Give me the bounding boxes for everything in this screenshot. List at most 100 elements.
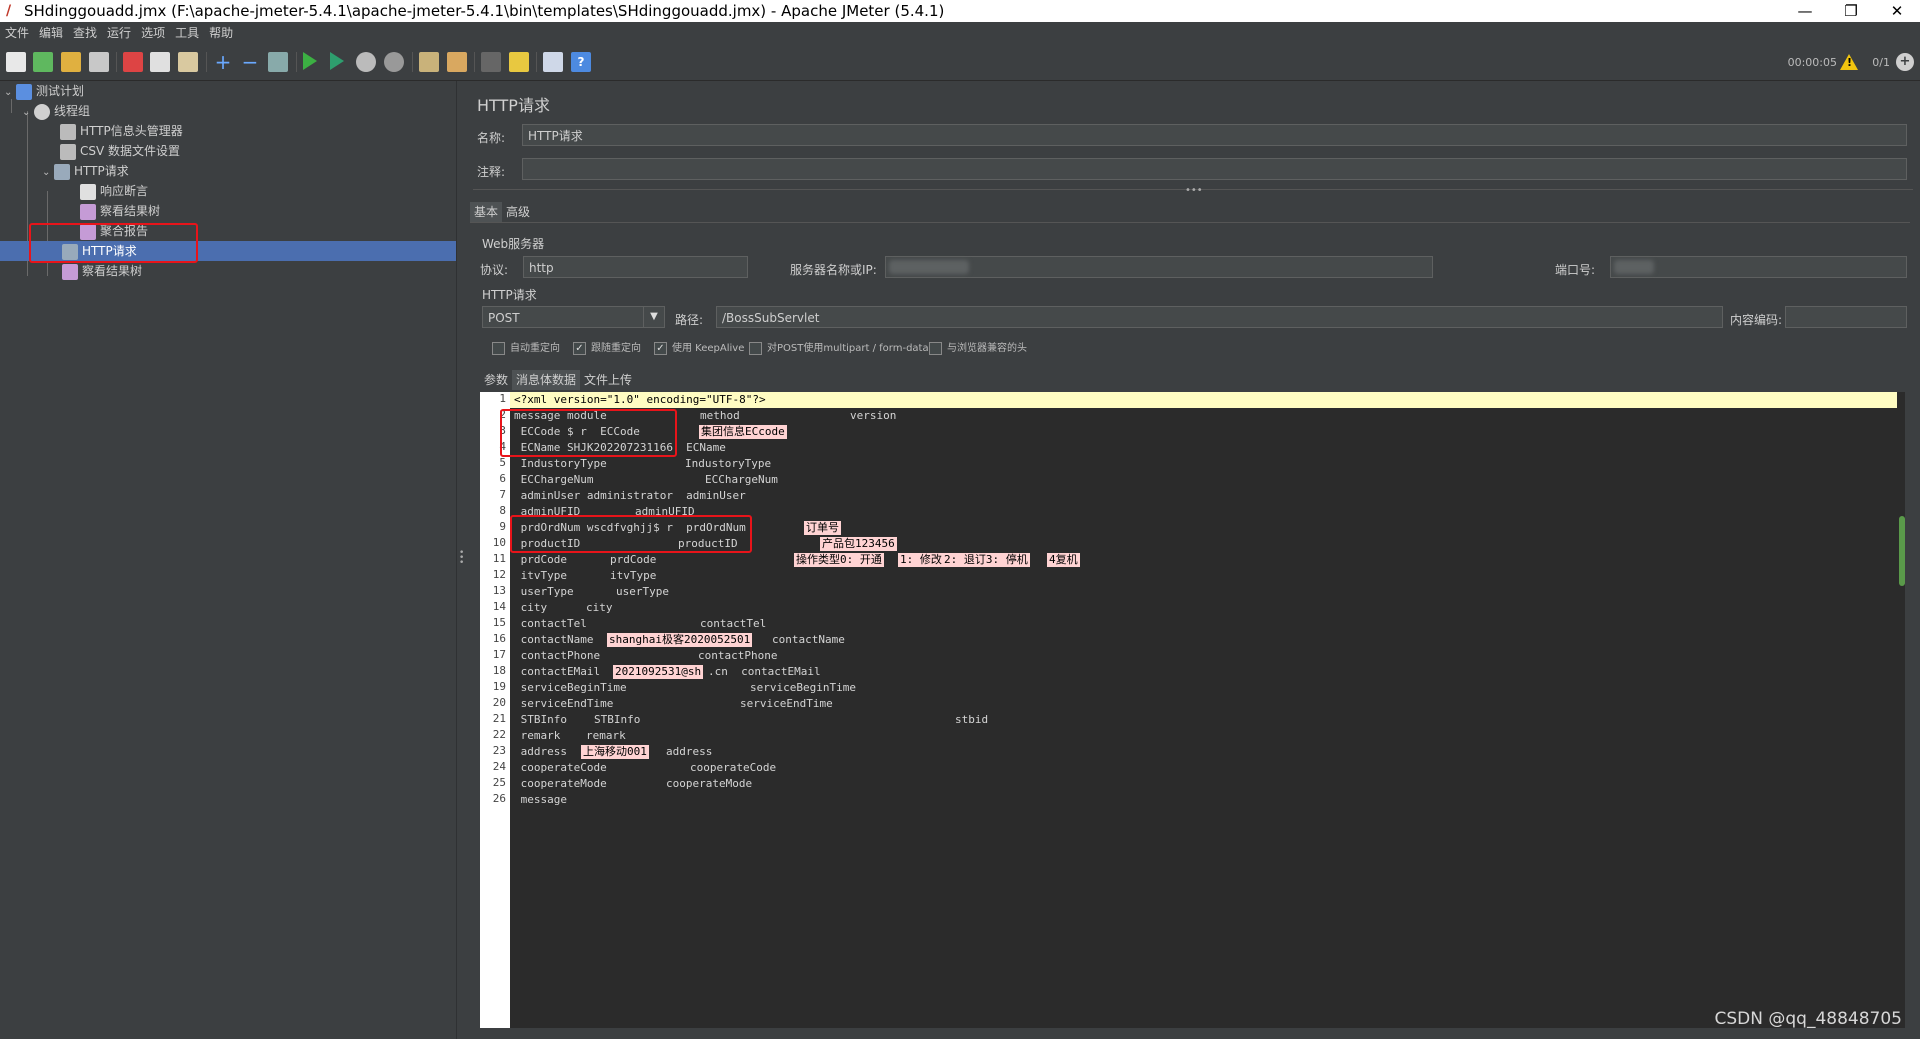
code-line: remark xyxy=(514,729,561,742)
code-line: contactEMail xyxy=(514,665,601,678)
tree-item-thread-group[interactable]: ⌄ 线程组 xyxy=(22,101,90,121)
annotation-order-no: 订单号 xyxy=(804,521,841,535)
maximize-button[interactable]: ❐ xyxy=(1828,0,1874,22)
multipart-checkbox[interactable]: 对POST使用multipart / form-data xyxy=(749,339,929,355)
line-number-gutter: 1 2 3 4 5 6 7 8 9 10 11 12 13 14 15 16 1… xyxy=(480,392,510,1028)
save-icon[interactable] xyxy=(89,52,109,72)
expand-icon[interactable]: + xyxy=(213,52,233,72)
window-title-bar: / SHdinggouadd.jmx (F:\apache-jmeter-5.4… xyxy=(0,0,1920,22)
toggle-icon[interactable] xyxy=(268,52,288,72)
tree-item-view-results-tree-2[interactable]: 察看结果树 xyxy=(62,261,142,281)
browser-headers-checkbox[interactable]: 与浏览器兼容的头 xyxy=(929,339,1027,355)
code-fragment: city xyxy=(586,601,613,614)
code-line: <?xml version="1.0" encoding="UTF-8"?> xyxy=(510,392,1905,408)
code-fragment: itvType xyxy=(610,569,657,582)
menu-run[interactable]: 运行 xyxy=(102,22,136,44)
code-line: message xyxy=(514,793,567,806)
annotation-op-modify: 1: 修改 xyxy=(898,553,944,567)
code-fragment: contactTel xyxy=(700,617,767,630)
tree-item-http-request-1[interactable]: ⌄ HTTP请求 xyxy=(42,161,129,181)
name-field[interactable]: HTTP请求 xyxy=(522,124,1907,146)
annotation-eccode: 集团信息ECcode xyxy=(699,425,787,439)
editor-scrollbar[interactable] xyxy=(1897,392,1905,1028)
keepalive-checkbox[interactable]: ✓ 使用 KeepAlive xyxy=(654,339,744,355)
panel-title: HTTP请求 xyxy=(477,96,550,115)
new-icon[interactable] xyxy=(6,52,26,72)
warning-icon[interactable]: ! xyxy=(1840,54,1858,70)
tab-parameters[interactable]: 参数 xyxy=(480,370,512,390)
menu-tools[interactable]: 工具 xyxy=(170,22,204,44)
tab-basic[interactable]: 基本 xyxy=(470,202,503,222)
clear-icon[interactable] xyxy=(419,52,439,72)
tree-item-response-assertion[interactable]: 响应断言 xyxy=(80,181,148,201)
pipette-icon xyxy=(54,163,70,180)
minimize-button[interactable]: — xyxy=(1782,0,1828,22)
code-line: city xyxy=(514,601,548,614)
function-helper-icon[interactable] xyxy=(543,52,563,72)
chart-icon xyxy=(62,263,78,280)
search-icon[interactable] xyxy=(481,52,501,72)
body-tabs: 参数 消息体数据 文件上传 xyxy=(480,370,636,390)
code-fragment: cooperateCode xyxy=(690,761,777,774)
open-icon[interactable] xyxy=(61,52,81,72)
tab-advanced[interactable]: 高级 xyxy=(502,202,534,222)
path-field[interactable]: /BossSubServlet xyxy=(716,306,1723,328)
code-fragment: contactName xyxy=(772,633,845,646)
highlight-box xyxy=(500,409,677,457)
menu-bar: 文件 编辑 查找 运行 选项 工具 帮助 xyxy=(0,22,1920,44)
menu-help[interactable]: 帮助 xyxy=(204,22,238,44)
menu-file[interactable]: 文件 xyxy=(0,22,34,44)
settings-tabs: 基本 高级 xyxy=(470,202,534,222)
stop-icon[interactable] xyxy=(356,52,376,72)
remote-globe-icon[interactable]: + xyxy=(1896,53,1914,71)
code-fragment: ECChargeNum xyxy=(705,473,778,486)
clear-all-icon[interactable] xyxy=(447,52,467,72)
port-field[interactable] xyxy=(1610,256,1907,278)
follow-redirect-checkbox[interactable]: ✓ 跟随重定向 xyxy=(573,339,641,355)
tree-item-header-manager[interactable]: HTTP信息头管理器 xyxy=(60,121,183,141)
protocol-label: 协议: xyxy=(480,263,509,277)
comment-field[interactable] xyxy=(522,158,1907,180)
paste-icon[interactable] xyxy=(178,52,198,72)
chevron-down-icon: ▼ xyxy=(643,307,664,327)
shutdown-icon[interactable] xyxy=(384,52,404,72)
reset-search-icon[interactable] xyxy=(509,52,529,72)
code-line: itvType xyxy=(514,569,567,582)
body-data-editor[interactable]: 1 2 3 4 5 6 7 8 9 10 11 12 13 14 15 16 1… xyxy=(480,392,1905,1028)
close-button[interactable]: ✕ xyxy=(1874,0,1920,22)
start-icon[interactable] xyxy=(303,52,317,70)
cut-icon[interactable] xyxy=(123,52,143,72)
templates-icon[interactable] xyxy=(33,52,53,72)
code-line: ECChargeNum xyxy=(514,473,594,486)
test-plan-tree: ⌄ 测试计划 ⌄ 线程组 HTTP信息头管理器 CSV 数据文件设置 ⌄ HTTP请求… xyxy=(0,81,456,1039)
auto-redirect-checkbox[interactable]: 自动重定向 xyxy=(492,339,560,355)
tab-file-upload[interactable]: 文件上传 xyxy=(580,370,636,390)
scrollbar-thumb[interactable] xyxy=(1899,516,1905,586)
watermark: CSDN @qq_48848705 xyxy=(1714,1009,1902,1029)
annotation-product-package: 产品包123456 xyxy=(820,537,897,551)
copy-icon[interactable] xyxy=(150,52,170,72)
comment-label: 注释: xyxy=(477,165,506,179)
code-fragment: serviceBeginTime xyxy=(750,681,856,694)
menu-search[interactable]: 查找 xyxy=(68,22,102,44)
tree-item-test-plan[interactable]: ⌄ 测试计划 xyxy=(4,81,84,101)
tree-item-view-results-tree-1[interactable]: 察看结果树 xyxy=(80,201,160,221)
collapse-icon[interactable]: − xyxy=(240,52,260,72)
name-label: 名称: xyxy=(477,131,506,145)
start-no-pause-icon[interactable] xyxy=(330,52,344,70)
help-icon[interactable]: ? xyxy=(571,52,591,72)
wrench-icon xyxy=(60,123,76,140)
protocol-field[interactable]: http xyxy=(523,256,748,278)
method-select[interactable]: POST ▼ xyxy=(482,306,665,328)
code-value-highlight: shanghai极客2020052501 xyxy=(607,633,753,647)
code-line: serviceEndTime xyxy=(514,697,614,710)
encoding-field[interactable] xyxy=(1785,306,1907,328)
menu-edit[interactable]: 编辑 xyxy=(34,22,68,44)
tree-item-csv-config[interactable]: CSV 数据文件设置 xyxy=(60,141,180,161)
collapse-divider-icon[interactable]: ••• xyxy=(1185,185,1203,196)
menu-options[interactable]: 选项 xyxy=(136,22,170,44)
port-label: 端口号: xyxy=(1555,263,1596,277)
tab-body-data[interactable]: 消息体数据 xyxy=(512,370,581,390)
code-area[interactable]: <?xml version="1.0" encoding="UTF-8"?> m… xyxy=(510,392,1905,1028)
code-line: contactName xyxy=(514,633,594,646)
